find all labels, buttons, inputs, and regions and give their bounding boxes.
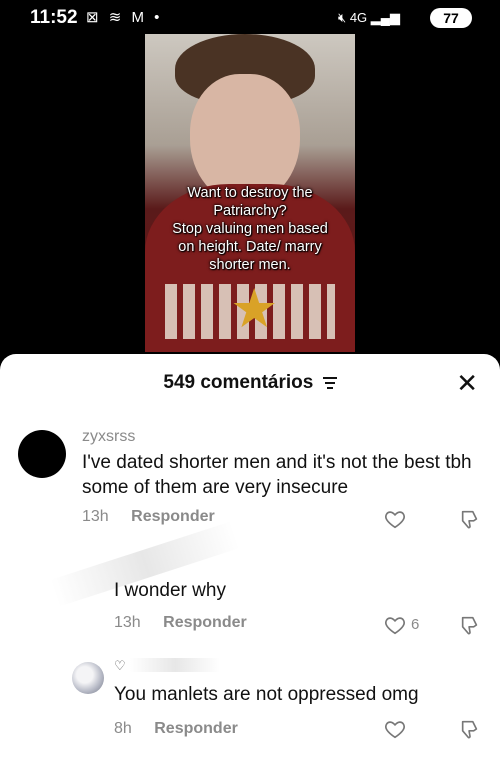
comment-time: 13h bbox=[114, 614, 141, 631]
battery-icon: 77 bbox=[430, 8, 472, 28]
video-caption-overlay: Want to destroy the Patriarchy? Stop val… bbox=[145, 184, 355, 274]
status-bar: 11:52 ⊠ ≋ M • 🔇︎ 4G ▂▄▆ 77 bbox=[0, 0, 500, 34]
caption-line: Patriarchy? bbox=[213, 203, 287, 219]
comment-time: 8h bbox=[114, 720, 132, 737]
comment-text: You manlets are not oppressed omg bbox=[114, 684, 419, 705]
heart-icon[interactable] bbox=[384, 718, 406, 740]
caption-line: Stop valuing men based bbox=[172, 221, 328, 237]
reply-button[interactable]: Responder bbox=[163, 614, 247, 631]
close-button[interactable]: ✕ bbox=[456, 370, 478, 396]
comment-text: I wonder why bbox=[114, 580, 226, 601]
signal-icon: ▂▄▆ bbox=[370, 10, 400, 25]
comment-meta: 13h Responder bbox=[82, 508, 215, 526]
dislike-icon[interactable] bbox=[459, 614, 481, 636]
comments-count-title: 549 comentários bbox=[163, 372, 314, 393]
star-icon: ★ bbox=[230, 279, 279, 339]
caption-line: on height. Date/ marry bbox=[178, 239, 322, 255]
comments-header: 549 comentários bbox=[0, 372, 500, 394]
comments-sheet: 549 comentários ✕ zyxsrss I've dated sho… bbox=[0, 354, 500, 763]
reply-button[interactable]: Responder bbox=[154, 720, 238, 737]
comment-time: 13h bbox=[82, 508, 109, 525]
dot-icon: • bbox=[154, 9, 163, 26]
avatar[interactable] bbox=[18, 430, 66, 478]
status-time: 11:52 bbox=[30, 7, 78, 28]
dislike-icon[interactable] bbox=[459, 508, 481, 530]
notification-icons: ⊠ ≋ M • bbox=[86, 8, 162, 26]
comment-meta: 8h Responder bbox=[114, 720, 238, 738]
xbox-icon: ⊠ bbox=[86, 9, 102, 26]
comment-meta: 13h Responder bbox=[114, 614, 247, 632]
sort-icon[interactable] bbox=[322, 374, 337, 392]
redacted-username bbox=[130, 658, 220, 672]
heart-icon[interactable] bbox=[384, 614, 406, 636]
mute-icon: 🔇︎ bbox=[337, 10, 347, 25]
comment-text: I've dated shorter men and it's not the … bbox=[82, 452, 472, 498]
video-player[interactable]: ★ Want to destroy the Patriarchy? Stop v… bbox=[145, 34, 355, 352]
comment-username[interactable]: zyxsrss bbox=[82, 428, 135, 446]
caption-line: shorter men. bbox=[209, 257, 291, 273]
like-count: 6 bbox=[411, 616, 420, 633]
system-icons: 🔇︎ 4G ▂▄▆ bbox=[338, 10, 400, 26]
avatar[interactable] bbox=[72, 662, 104, 694]
dislike-icon[interactable] bbox=[459, 718, 481, 740]
creator-heart-icon: ♡ bbox=[114, 658, 126, 673]
caption-line: Want to destroy the bbox=[187, 185, 313, 201]
wifi-icon: ≋ bbox=[108, 9, 125, 26]
reply-button[interactable]: Responder bbox=[131, 508, 215, 525]
heart-icon[interactable] bbox=[384, 508, 406, 530]
4g-icon: 4G bbox=[349, 10, 368, 25]
gmail-icon: M bbox=[131, 9, 147, 26]
